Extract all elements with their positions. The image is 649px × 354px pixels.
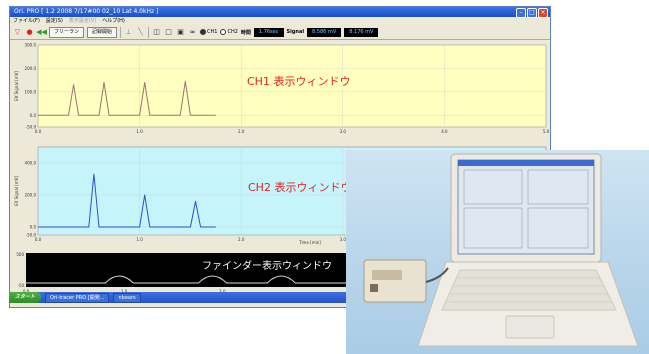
x-tick-label: 0.0 (35, 129, 42, 134)
start-button[interactable]: スタート (9, 292, 42, 303)
binoculars-icon[interactable]: ∞ (188, 28, 197, 37)
signal-label: Signal (286, 29, 305, 35)
free-run-button[interactable]: フリーラン (49, 26, 85, 38)
y-axis-label: EV Signal [mV] (14, 71, 19, 101)
window-icon[interactable]: ◫ (152, 28, 161, 37)
menu-file[interactable]: ファイル(F) (13, 17, 40, 25)
y-axis-label: EX Signal [mV] (14, 176, 19, 206)
x-tick-label: 2.0 (238, 237, 245, 242)
y-tick-label: -50.0 (26, 233, 37, 238)
record-icon[interactable]: ● (25, 28, 34, 37)
toolbar-separator (148, 26, 150, 38)
y-tick-label: 0.0 (30, 225, 37, 230)
menu-view-settings[interactable]: 表示設定(V) (69, 17, 96, 25)
y-tick-label: -50.0 (26, 125, 37, 130)
x-tick-label: 2.0 (238, 129, 245, 134)
ch2-radio[interactable]: CH2 (220, 29, 238, 35)
y-tick-label: 500 (16, 252, 24, 257)
y-tick-label: 200.0 (25, 193, 37, 198)
time-label: 時間 (240, 29, 251, 36)
toolbar: ▽ ● ◀◀ フリーラン 記録開始 ⊥ ╲ ◫ □ ▣ ∞ CH1 CH2 時間… (10, 25, 550, 40)
ch1-window-label: CH1 表示ウィンドウ (247, 75, 351, 88)
y-tick-label: 100.0 (25, 89, 37, 94)
menu-settings[interactable]: 設定(S) (46, 17, 63, 25)
rewind-icon[interactable]: ◀◀ (36, 28, 47, 37)
taskbar-item[interactable]: Ori-tracer PRO [開発... (45, 292, 110, 303)
square-icon[interactable]: □ (164, 28, 173, 37)
save-icon[interactable]: ▣ (176, 28, 185, 37)
ch1-radio[interactable]: CH1 (200, 29, 217, 35)
signal-value-1: 8.586 mV (307, 27, 342, 37)
time-value: 1.76sec (253, 27, 284, 37)
x-tick-label: 1.0 (136, 129, 143, 134)
laptop-illustration (363, 153, 639, 347)
menu-help[interactable]: ヘルプ(H) (102, 17, 125, 25)
x-tick-label: 5.0 (543, 129, 550, 134)
x-tick-label: 3.0 (340, 129, 347, 134)
record-start-button[interactable]: 記録開始 (87, 26, 118, 38)
ch2-window-label: CH2 表示ウィンドウ (248, 181, 352, 194)
laptop-photo (346, 150, 649, 354)
finder-window-label: ファインダー表示ウィンドウ (202, 261, 332, 272)
toolbar-separator (120, 26, 122, 38)
x-tick-label: 4.0 (441, 129, 448, 134)
menu-bar: ファイル(F) 設定(S) 表示設定(V) ヘルプ(H) (10, 17, 550, 25)
window-title: Ori. PRO [ 1.2 2008 7/17#00 02_10 Lat 4.… (14, 8, 159, 15)
y-tick-label: 300.0 (25, 43, 37, 48)
signal-value-2: 8.176 mV (344, 27, 379, 37)
x-tick-label: 0.0 (35, 237, 42, 242)
ch2-radio-label: CH2 (227, 29, 238, 35)
y-tick-label: 200.0 (25, 66, 37, 71)
title-bar[interactable]: Ori. PRO [ 1.2 2008 7/17#00 02_10 Lat 4.… (10, 7, 550, 18)
start-label: スタート (15, 294, 36, 300)
cursor-icon[interactable]: ⊥ (124, 28, 133, 37)
taskbar: スタート Ori-tracer PRO [開発... nbears (9, 292, 349, 303)
funnel-icon[interactable]: ▽ (13, 28, 22, 37)
y-tick-label: -50 (17, 283, 24, 288)
time-axis-label: Time [min] (298, 240, 321, 245)
y-tick-label: 0.0 (30, 113, 37, 118)
x-tick-label: 1.0 (136, 237, 143, 242)
line-tool-icon[interactable]: ╲ (136, 28, 145, 37)
ch1-radio-label: CH1 (207, 29, 218, 35)
y-tick-label: 400.0 (25, 161, 37, 166)
taskbar-item[interactable]: nbears (113, 292, 141, 303)
ch1-plot[interactable]: 0.0 1.0 2.0 3.0 4.0 5.0300.0200.0100.00.0-50.… (10, 41, 550, 141)
